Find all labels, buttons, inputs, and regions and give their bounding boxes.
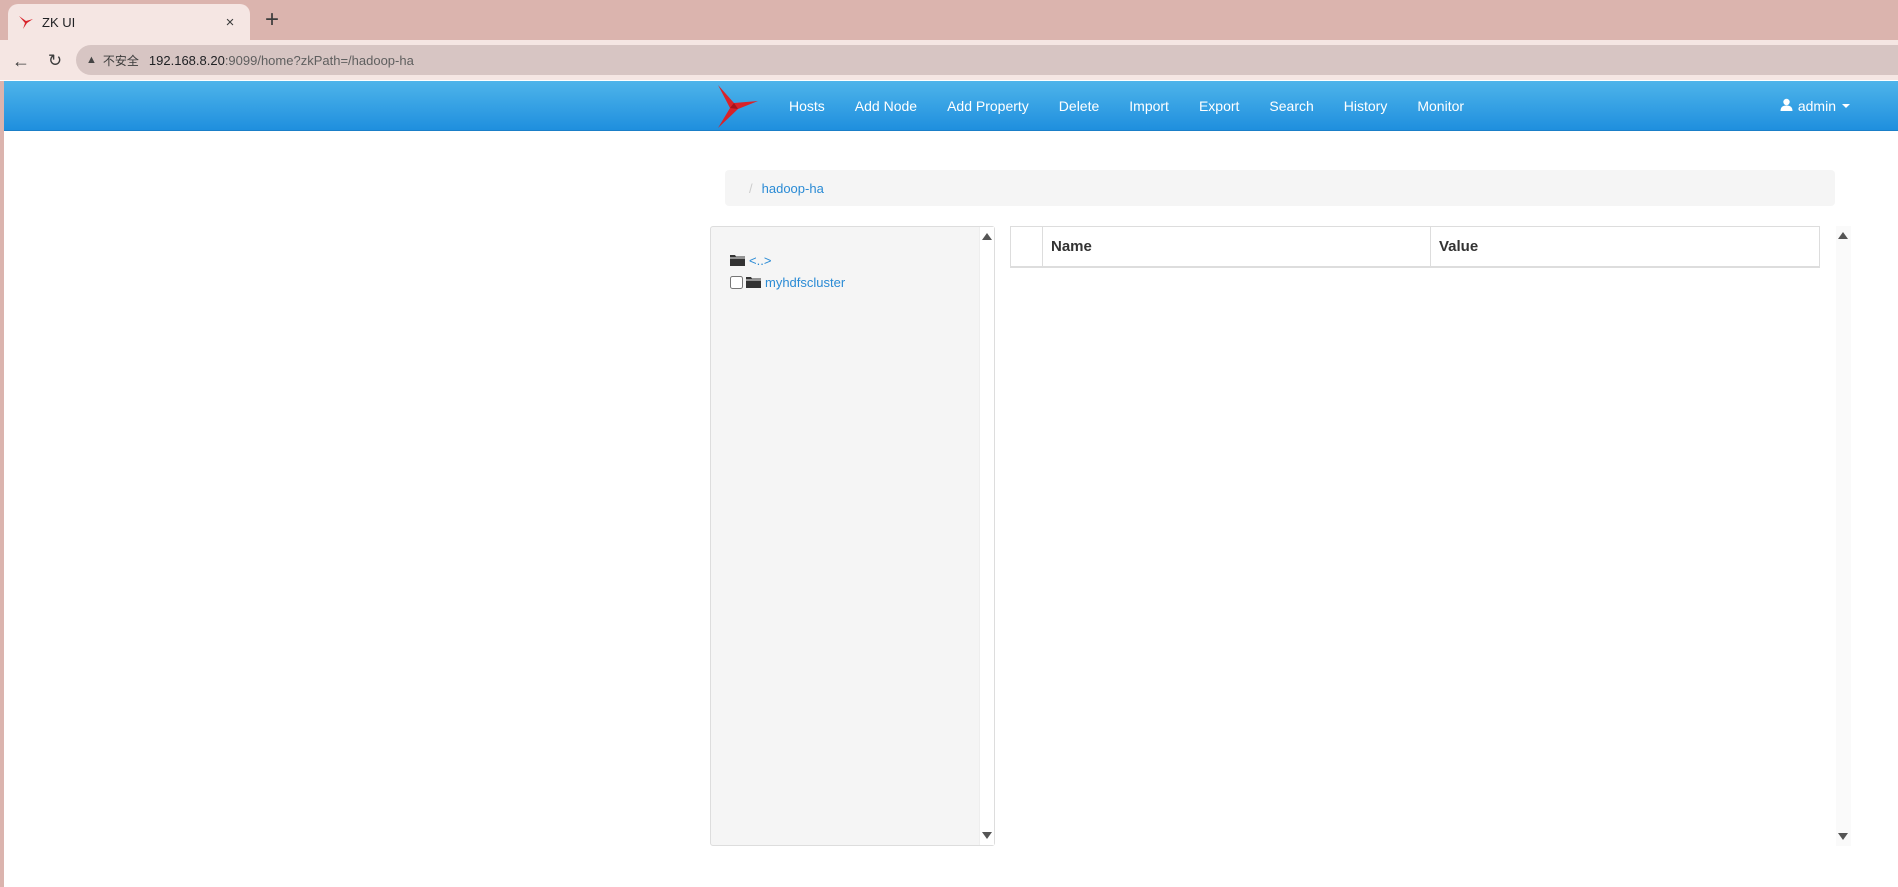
user-menu[interactable]: admin <box>1780 81 1850 131</box>
app-navbar: Hosts Add Node Add Property Delete Impor… <box>4 81 1898 131</box>
nav-hosts[interactable]: Hosts <box>774 81 840 131</box>
nav-search[interactable]: Search <box>1254 81 1328 131</box>
tree-scrollbar[interactable] <box>979 227 994 845</box>
back-arrow-icon[interactable]: ← <box>8 48 34 74</box>
scroll-up-arrow-icon[interactable] <box>1838 232 1848 239</box>
breadcrumb-separator: / <box>749 180 753 196</box>
reload-icon[interactable]: ↻ <box>42 48 68 74</box>
user-name: admin <box>1797 98 1836 114</box>
browser-tab[interactable]: ZK UI × <box>8 4 250 40</box>
node-checkbox[interactable] <box>730 275 743 289</box>
new-tab-button[interactable]: + <box>258 6 286 34</box>
warning-icon[interactable]: ▲ <box>86 54 97 66</box>
folder-icon <box>746 276 761 288</box>
node-tree-panel: <..> myhdfscluster <box>710 226 995 846</box>
nav-delete[interactable]: Delete <box>1044 81 1114 131</box>
brand-logo[interactable] <box>714 81 760 131</box>
insecure-label[interactable]: 不安全 <box>103 52 139 69</box>
bird-logo-icon <box>718 85 758 128</box>
browser-tab-bar: ZK UI × + <box>0 0 1898 40</box>
nav-monitor[interactable]: Monitor <box>1402 81 1479 131</box>
nav-add-node[interactable]: Add Node <box>840 81 932 131</box>
window-edge <box>0 81 4 887</box>
caret-down-icon <box>1842 104 1850 108</box>
parent-node-link[interactable]: <..> <box>749 253 771 268</box>
list-item: <..> <box>730 249 845 271</box>
name-column-header: Name <box>1042 226 1431 268</box>
url-path: :9099/home?zkPath=/hadoop-ha <box>224 52 414 68</box>
breadcrumb-item-hadoop-ha[interactable]: hadoop-ha <box>762 181 824 196</box>
scroll-down-arrow-icon[interactable] <box>982 832 992 839</box>
scroll-up-arrow-icon[interactable] <box>982 233 992 240</box>
nav-menu: Hosts Add Node Add Property Delete Impor… <box>774 81 1479 131</box>
scroll-down-arrow-icon[interactable] <box>1838 833 1848 840</box>
nav-add-property[interactable]: Add Property <box>932 81 1044 131</box>
breadcrumb: / hadoop-ha <box>725 170 1835 206</box>
nav-history[interactable]: History <box>1329 81 1403 131</box>
user-icon <box>1780 98 1793 114</box>
page-scrollbar[interactable] <box>1836 226 1851 846</box>
value-column-header: Value <box>1430 226 1820 268</box>
address-bar[interactable]: ▲ 不安全 192.168.8.20 :9099/home?zkPath=/ha… <box>76 45 1898 75</box>
bird-logo-icon <box>18 14 34 30</box>
folder-icon <box>730 254 745 266</box>
list-item: myhdfscluster <box>730 271 845 293</box>
property-table: Name Value <box>1010 226 1820 268</box>
close-icon[interactable]: × <box>220 14 240 31</box>
select-column-header <box>1010 226 1043 268</box>
url-host: 192.168.8.20 <box>148 52 225 68</box>
table-header-row: Name Value <box>1010 226 1820 268</box>
nav-export[interactable]: Export <box>1184 81 1254 131</box>
node-link-myhdfscluster[interactable]: myhdfscluster <box>765 275 845 290</box>
node-list: <..> myhdfscluster <box>730 249 845 293</box>
tab-title: ZK UI <box>42 14 76 30</box>
nav-import[interactable]: Import <box>1114 81 1184 131</box>
